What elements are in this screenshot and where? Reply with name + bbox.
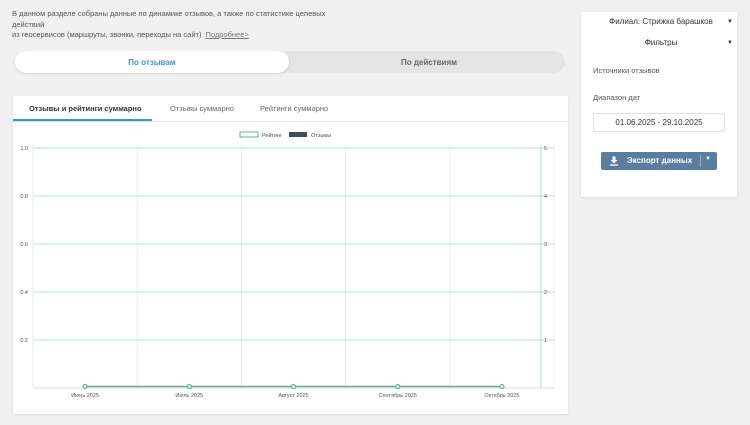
y-right-tick-label: 3	[544, 242, 547, 248]
tab-reviews-and-ratings[interactable]: Отзывы и рейтинги суммарно	[29, 104, 142, 113]
chevron-down-icon: ▼	[727, 18, 733, 25]
filters-label: Фильтры	[644, 38, 678, 47]
rating-data-point	[290, 383, 297, 390]
rating-data-point	[395, 383, 401, 390]
more-link[interactable]: Подробнее>	[205, 30, 248, 39]
export-data-button[interactable]: Экспорт данных ▼	[601, 152, 717, 170]
x-tick-label: Июнь 2025	[71, 393, 99, 399]
date-range-picker[interactable]: 01.06.2025 - 29.10.2025	[593, 113, 725, 132]
chevron-down-icon[interactable]: ▼	[705, 156, 711, 162]
y-left-tick-label: 0.8	[20, 194, 28, 200]
legend-swatch-rating	[239, 131, 259, 138]
branch-dropdown[interactable]: Филиал: Стрижка барашков ▼	[591, 17, 733, 26]
branch-label: Филиал: Стрижка барашков	[609, 17, 713, 26]
y-right-tick-label: 4	[544, 194, 547, 200]
intro-line-2: из геосервисов (маршруты, звонки, перехо…	[12, 30, 249, 39]
rating-data-point	[82, 383, 88, 390]
active-tab-indicator	[13, 119, 152, 121]
download-icon	[610, 156, 618, 166]
chevron-down-icon: ▼	[727, 39, 733, 46]
y-right-tick-label: 2	[544, 290, 547, 296]
y-left-tick-label: 0.2	[20, 338, 28, 344]
tab-reviews[interactable]: Отзывы суммарно	[170, 104, 234, 113]
x-tick-label: Август 2025	[278, 393, 308, 399]
y-left-tick-label: 1.0	[20, 146, 28, 152]
filters-panel: Филиал: Стрижка барашков ▼ Фильтры ▼ Ист…	[581, 12, 737, 197]
view-toggle: По отзывам По действиям	[15, 51, 565, 73]
y-left-tick-label: 0.4	[20, 290, 28, 296]
legend-label-reviews: Отзывы	[311, 133, 331, 139]
rating-data-point	[499, 383, 505, 390]
review-sources-label: Источники отзывов	[593, 66, 660, 75]
chart-card: Отзывы и рейтинги суммарно Отзывы суммар…	[13, 96, 568, 414]
legend-label-rating: Рейтинг	[262, 132, 282, 139]
button-divider	[700, 155, 701, 167]
x-tick-label: Октябрь 2025	[484, 393, 519, 399]
intro-line-1: В данном разделе собраны данные по динам…	[12, 9, 326, 29]
y-right-tick-label: 5	[544, 146, 547, 152]
intro-text: В данном разделе собраны данные по динам…	[12, 9, 342, 41]
y-left-tick-label: 0.6	[20, 242, 28, 248]
by-reviews-button[interactable]: По отзывам	[15, 51, 289, 73]
export-label: Экспорт данных	[627, 156, 693, 165]
reviews-ratings-chart: 0.2 1 0.4 2 0.6 3 0.8 4 1.0 5 Июнь 2025 Июль 2025 Ав…	[20, 131, 555, 399]
x-tick-label: Июль 2025	[175, 393, 203, 399]
by-actions-button[interactable]: По действиям	[293, 51, 565, 73]
x-tick-label: Сентябрь 2025	[378, 393, 416, 399]
y-right-tick-label: 1	[544, 338, 547, 344]
legend-swatch-reviews	[289, 132, 307, 137]
filters-dropdown[interactable]: Фильтры ▼	[591, 38, 733, 47]
tab-ratings[interactable]: Рейтинги суммарно	[260, 104, 328, 113]
rating-data-point	[186, 383, 192, 390]
chart-tabs: Отзывы и рейтинги суммарно Отзывы суммар…	[13, 96, 568, 122]
date-range-label: Диапазон дат	[593, 93, 641, 102]
